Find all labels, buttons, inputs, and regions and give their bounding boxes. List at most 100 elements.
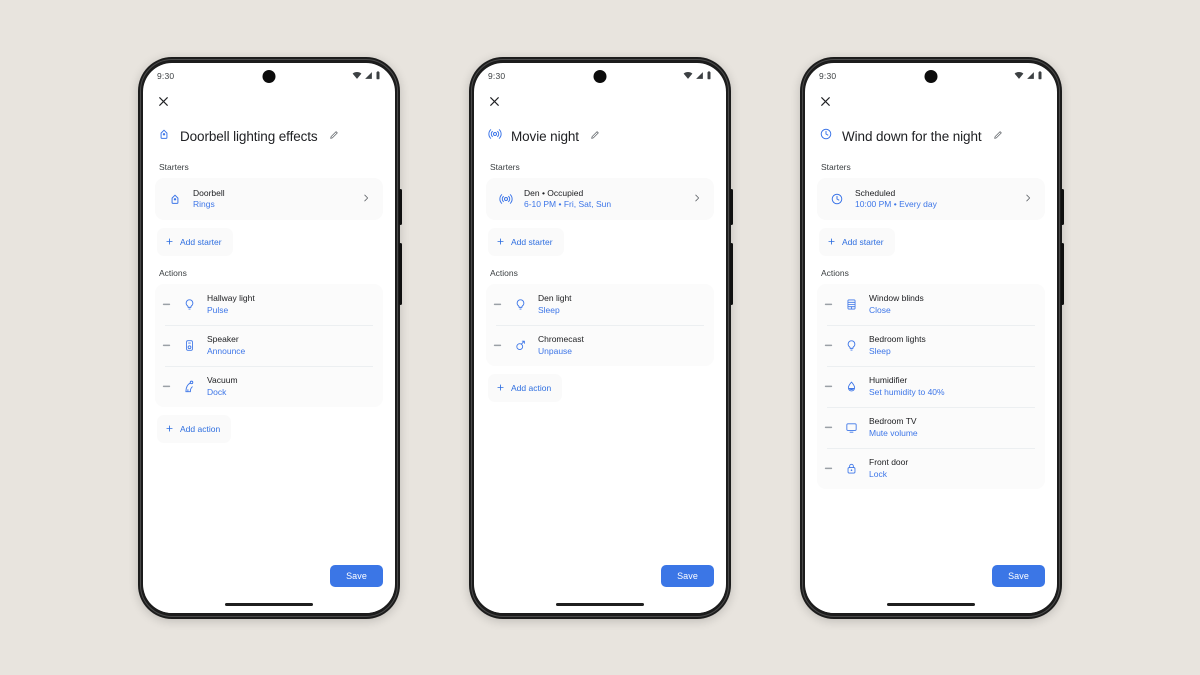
status-time: 9:30 xyxy=(819,70,837,81)
drag-handle-icon[interactable] xyxy=(823,340,834,351)
drag-handle-icon[interactable] xyxy=(492,340,503,351)
drag-handle-icon[interactable] xyxy=(823,463,834,474)
power-button[interactable] xyxy=(1061,188,1064,225)
front-camera xyxy=(924,69,938,83)
wifi-icon xyxy=(1014,67,1024,85)
action-row[interactable]: Humidifier Set humidity to 40% xyxy=(817,366,1045,408)
action-row[interactable]: Speaker Announce xyxy=(155,325,383,367)
home-indicator[interactable] xyxy=(887,602,975,606)
actions-section-label: Actions xyxy=(490,268,518,279)
routine-editor: Doorbell lighting effects Starters Doorb… xyxy=(143,89,395,613)
routine-title-row: Movie night xyxy=(486,117,714,150)
status-bar: 9:30 xyxy=(805,63,1057,89)
drag-handle-icon[interactable] xyxy=(161,299,172,310)
starter-card[interactable]: Doorbell Rings xyxy=(155,177,383,221)
drag-handle-icon[interactable] xyxy=(492,299,503,310)
starter-subtitle: Rings xyxy=(193,198,215,209)
front-camera xyxy=(593,69,607,83)
page-title: Doorbell lighting effects xyxy=(180,128,318,144)
action-row[interactable]: Window blinds Close xyxy=(817,284,1045,326)
add-starter-button[interactable]: Add starter xyxy=(819,228,895,257)
save-button[interactable]: Save xyxy=(330,564,383,587)
power-button[interactable] xyxy=(730,188,733,225)
action-subtitle: Mute volume xyxy=(869,427,918,438)
drag-handle-icon[interactable] xyxy=(823,381,834,392)
doorbell-icon xyxy=(166,192,183,206)
plus-icon xyxy=(165,420,174,438)
actions-list: Window blinds Close Bedroom lights Sleep… xyxy=(817,284,1045,490)
close-icon[interactable] xyxy=(157,95,381,113)
starter-title: Den • Occupied xyxy=(524,187,584,198)
speaker-icon xyxy=(181,339,198,352)
pencil-icon[interactable] xyxy=(993,127,1003,145)
starter-title: Doorbell xyxy=(193,187,225,198)
action-title: Chromecast xyxy=(538,334,584,345)
add-starter-button[interactable]: Add starter xyxy=(488,228,564,257)
action-title: Bedroom TV xyxy=(869,416,917,427)
light-bulb-icon xyxy=(512,298,529,311)
pencil-icon[interactable] xyxy=(590,127,600,145)
drag-handle-icon[interactable] xyxy=(161,381,172,392)
home-indicator[interactable] xyxy=(556,602,644,606)
starter-title: Scheduled xyxy=(855,187,896,198)
chevron-right-icon[interactable] xyxy=(361,190,373,208)
add-starter-button[interactable]: Add starter xyxy=(157,228,233,257)
phone-3: 9:30 Wind down for the night Starters Sc… xyxy=(800,56,1064,619)
status-icons xyxy=(683,67,712,85)
action-subtitle: Unpause xyxy=(538,345,573,356)
action-row[interactable]: Chromecast Unpause xyxy=(486,325,714,367)
volume-button[interactable] xyxy=(730,242,733,305)
drag-handle-icon[interactable] xyxy=(161,340,172,351)
signal-icon xyxy=(695,67,704,85)
action-row[interactable]: Front door Lock xyxy=(817,448,1045,490)
action-title: Humidifier xyxy=(869,375,908,386)
action-subtitle: Sleep xyxy=(538,304,560,315)
home-indicator[interactable] xyxy=(225,602,313,606)
action-row[interactable]: Hallway light Pulse xyxy=(155,284,383,326)
signal-icon xyxy=(364,67,373,85)
starter-card[interactable]: Den • Occupied 6-10 PM • Fri, Sat, Sun xyxy=(486,177,714,221)
close-button[interactable] xyxy=(817,89,1045,117)
add-action-button[interactable]: Add action xyxy=(488,374,563,403)
blinds-icon xyxy=(843,298,860,311)
action-row[interactable]: Bedroom TV Mute volume xyxy=(817,407,1045,449)
light-bulb-icon xyxy=(843,339,860,352)
action-row[interactable]: Vacuum Dock xyxy=(155,366,383,408)
save-button[interactable]: Save xyxy=(661,564,714,587)
starters-list: Doorbell Rings xyxy=(155,177,383,221)
actions-list: Hallway light Pulse Speaker Announce Vac… xyxy=(155,284,383,408)
close-button[interactable] xyxy=(155,89,383,117)
pencil-icon[interactable] xyxy=(329,127,339,145)
close-icon[interactable] xyxy=(488,95,712,113)
drag-handle-icon[interactable] xyxy=(823,299,834,310)
close-button[interactable] xyxy=(486,89,714,117)
action-row[interactable]: Den light Sleep xyxy=(486,284,714,326)
lock-icon xyxy=(843,462,860,475)
action-row[interactable]: Bedroom lights Sleep xyxy=(817,325,1045,367)
power-button[interactable] xyxy=(399,188,402,225)
starters-section-label: Starters xyxy=(490,161,520,172)
add-action-button[interactable]: Add action xyxy=(157,415,232,444)
signal-icon xyxy=(1026,67,1035,85)
chevron-right-icon[interactable] xyxy=(1023,190,1035,208)
actions-list: Den light Sleep Chromecast Unpause xyxy=(486,284,714,367)
actions-section-label: Actions xyxy=(821,268,849,279)
page-title: Wind down for the night xyxy=(842,128,982,144)
clock-icon xyxy=(828,192,845,206)
save-button[interactable]: Save xyxy=(992,564,1045,587)
routine-editor: Wind down for the night Starters Schedul… xyxy=(805,89,1057,613)
drag-handle-icon[interactable] xyxy=(823,422,834,433)
volume-button[interactable] xyxy=(1061,242,1064,305)
plus-icon xyxy=(827,233,836,251)
starter-card[interactable]: Scheduled 10:00 PM • Every day xyxy=(817,177,1045,221)
add-starter-label: Add starter xyxy=(511,237,553,248)
plus-icon xyxy=(165,233,174,251)
wifi-icon xyxy=(683,67,693,85)
close-icon[interactable] xyxy=(819,95,1043,113)
action-subtitle: Lock xyxy=(869,468,887,479)
chevron-right-icon[interactable] xyxy=(692,190,704,208)
volume-button[interactable] xyxy=(399,242,402,305)
status-bar: 9:30 xyxy=(143,63,395,89)
starter-subtitle: 6-10 PM • Fri, Sat, Sun xyxy=(524,198,612,209)
action-title: Hallway light xyxy=(207,293,255,304)
